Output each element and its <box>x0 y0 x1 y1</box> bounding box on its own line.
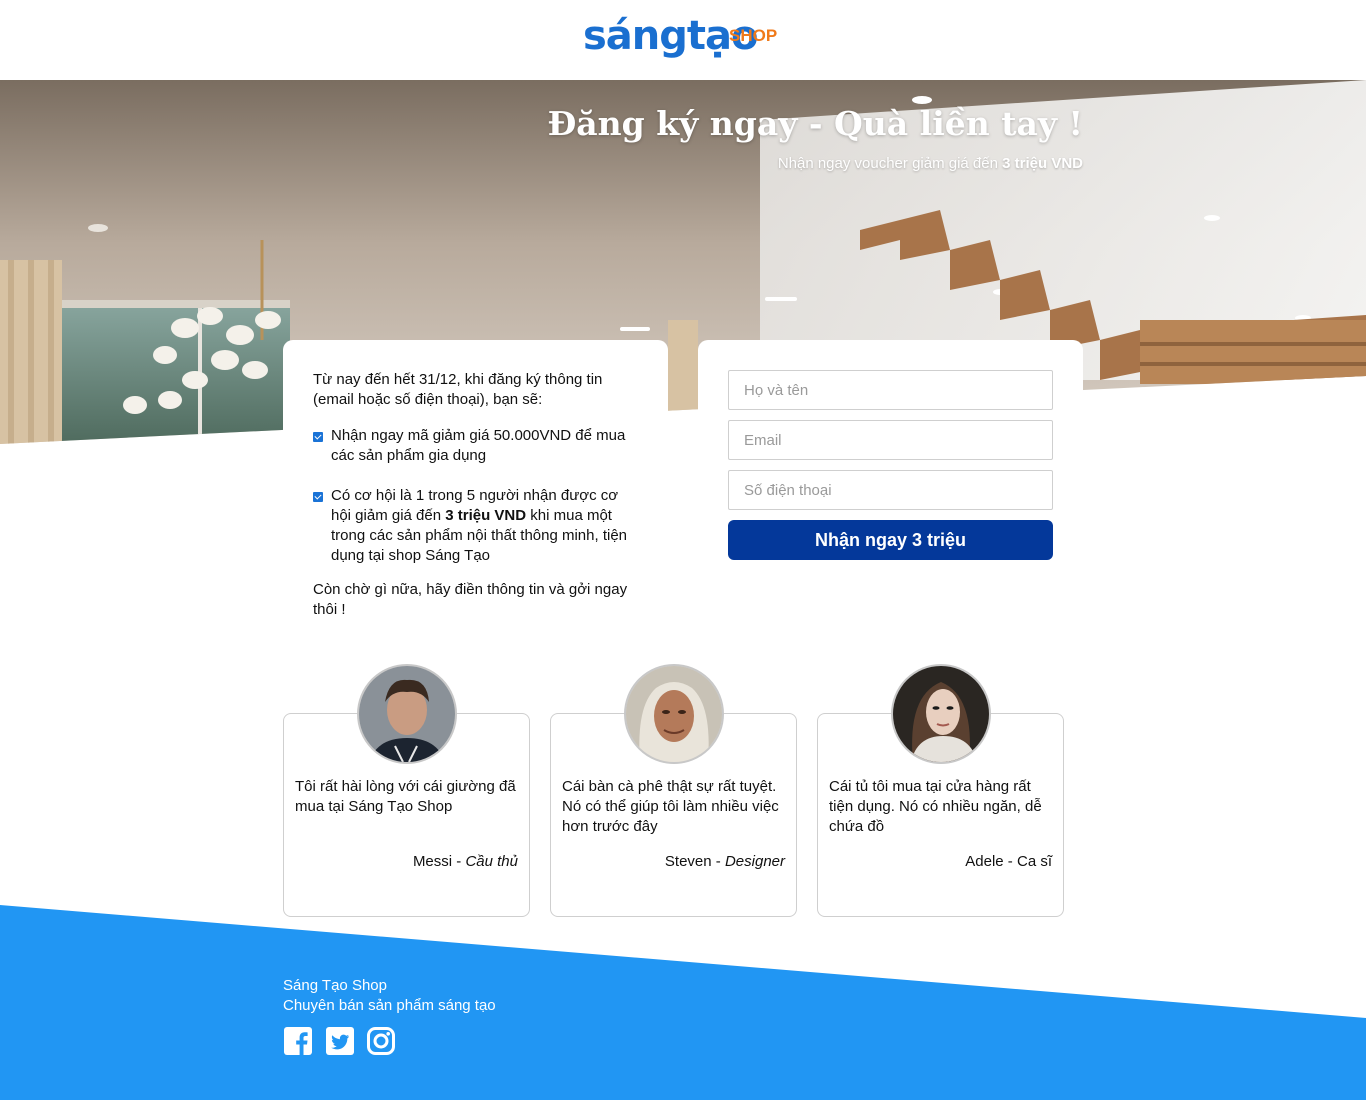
avatar <box>357 664 457 764</box>
benefit-item: Có cơ hội là 1 trong 5 người nhận được c… <box>313 486 638 566</box>
promo-intro: Từ nay đến hết 31/12, khi đăng ký thông … <box>313 371 603 408</box>
submit-button[interactable]: Nhận ngay 3 triệu <box>728 520 1053 560</box>
site-logo[interactable]: sángtạo SHOP <box>583 12 783 64</box>
hero-banner: Đăng ký ngay - Quà liền tay ! Nhận ngay … <box>0 80 1366 444</box>
facebook-icon[interactable] <box>283 1026 313 1056</box>
promo-outro: Còn chờ gì nữa, hãy điền thông tin và gở… <box>313 581 628 618</box>
testimonial-card: Cái tủ tôi mua tại cửa hàng rất tiện dụn… <box>817 664 1064 917</box>
author-role: Cầu thủ <box>465 853 518 870</box>
avatar <box>891 664 991 764</box>
footer-tagline: Chuyên bán sản phẩm sáng tạo <box>283 997 496 1014</box>
logo-shop-label: SHOP <box>729 26 778 45</box>
instagram-icon[interactable] <box>366 1026 396 1056</box>
author-role: Ca sĩ <box>1016 853 1052 870</box>
hero-subtitle: Nhận ngay voucher giảm giá đến 3 triệu V… <box>778 155 1083 172</box>
email-input[interactable] <box>728 420 1053 460</box>
twitter-icon[interactable] <box>325 1026 355 1056</box>
footer-brand-name: Sáng Tạo Shop <box>283 977 387 994</box>
site-header: sángtạo SHOP <box>0 0 1366 80</box>
testimonial-card: Tôi rất hài lòng với cái giường đã mua t… <box>283 664 530 917</box>
benefit-item: Nhận ngay mã giảm giá 50.000VND để mua c… <box>313 426 638 466</box>
hero-title: Đăng ký ngay - Quà liền tay ! <box>547 104 1083 143</box>
author-name: Steven <box>664 853 712 870</box>
testimonial-quote: Cái tủ tôi mua tại cửa hàng rất tiện dụn… <box>829 778 1042 835</box>
benefit-text: Nhận ngay mã giảm giá 50.000VND để mua c… <box>331 427 626 464</box>
testimonial-quote: Cái bàn cà phê thật sự rất tuyệt. Nó có … <box>562 778 779 835</box>
hero-subtitle-highlight: 3 triệu VND <box>1002 155 1083 172</box>
testimonial-author: Messi - Cầu thủ <box>412 853 518 870</box>
author-role: Designer <box>724 853 785 870</box>
author-name: Messi <box>412 853 453 870</box>
footer-background <box>0 905 1366 1100</box>
name-input[interactable] <box>728 370 1053 410</box>
testimonial-author: Steven - Designer <box>664 853 785 870</box>
benefit-highlight: 3 triệu VND <box>445 507 527 524</box>
testimonial-quote: Tôi rất hài lòng với cái giường đã mua t… <box>295 778 516 815</box>
testimonial-card: Cái bàn cà phê thật sự rất tuyệt. Nó có … <box>550 664 797 917</box>
avatar <box>624 664 724 764</box>
hero-subtitle-text: Nhận ngay voucher giảm giá đến <box>777 155 998 172</box>
phone-input[interactable] <box>728 470 1053 510</box>
signup-form: Nhận ngay 3 triệu <box>698 340 1083 630</box>
testimonial-author: Adele - Ca sĩ <box>965 853 1052 870</box>
checkbox-checked-icon <box>313 432 323 442</box>
promo-info-card: Từ nay đến hết 31/12, khi đăng ký thông … <box>283 340 668 630</box>
author-name: Adele <box>965 853 1004 870</box>
checkbox-checked-icon <box>313 492 323 502</box>
